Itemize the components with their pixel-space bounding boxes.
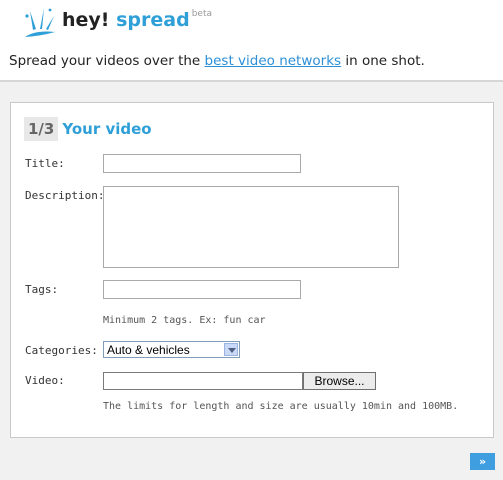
step-title: Your video: [62, 120, 152, 138]
tags-hint: Minimum 2 tags. Ex: fun car: [103, 315, 266, 326]
description-textarea[interactable]: [103, 186, 399, 268]
tags-label: Tags:: [25, 283, 59, 296]
category-selected-value: Auto & vehicles: [107, 343, 190, 357]
tagline-after: in one shot.: [341, 53, 425, 69]
chevron-down-icon[interactable]: [224, 343, 238, 356]
step-number: 1/3: [24, 117, 59, 141]
title-label: Title:: [25, 157, 65, 170]
tagline-before: Spread your videos over the: [9, 53, 205, 69]
video-label: Video:: [25, 374, 65, 387]
brand-spread: spread: [116, 9, 190, 31]
beta-badge: beta: [191, 9, 212, 19]
browse-button[interactable]: Browse...: [303, 372, 376, 390]
video-hint: The limits for length and size are usual…: [103, 401, 459, 412]
video-file-input[interactable]: [103, 372, 303, 390]
next-step-button[interactable]: »: [470, 453, 495, 470]
splash-logo-icon: [25, 8, 55, 37]
categories-select[interactable]: Auto & vehicles: [103, 341, 240, 358]
header: hey! spread beta: [0, 0, 503, 42]
categories-label: Categories:: [25, 344, 98, 357]
brand-hey: hey!: [62, 9, 110, 31]
description-label: Description:: [25, 189, 105, 202]
title-input[interactable]: [103, 154, 301, 173]
brand-name[interactable]: hey! spread beta: [62, 7, 212, 37]
tags-input[interactable]: [103, 280, 301, 299]
tagline: Spread your videos over the best video n…: [9, 53, 425, 69]
step-heading: 1/3 Your video: [24, 117, 152, 141]
best-video-networks-link[interactable]: best video networks: [205, 53, 342, 69]
